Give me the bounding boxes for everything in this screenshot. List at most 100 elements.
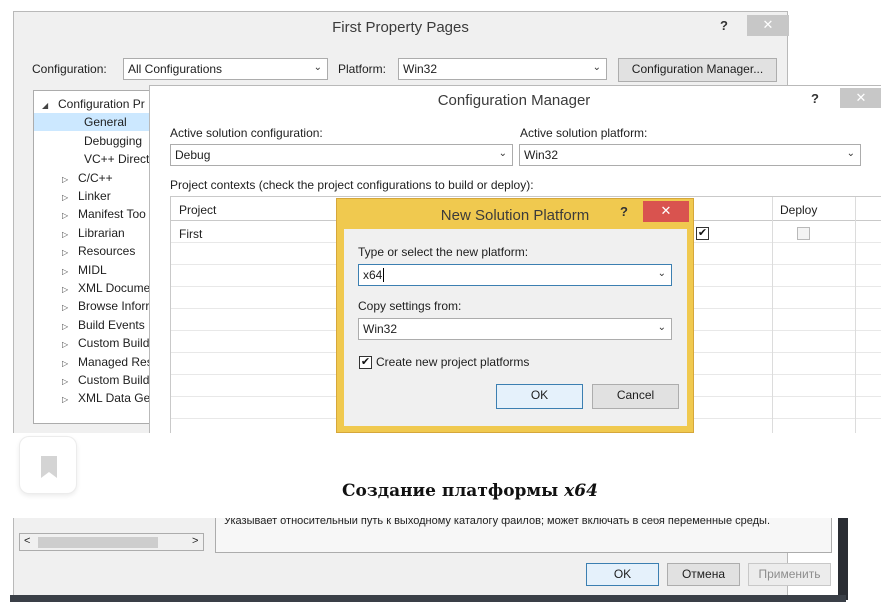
- tree-item[interactable]: VC++ Directo: [34, 150, 156, 168]
- tree-item[interactable]: ▷ MIDL: [34, 261, 107, 279]
- property-pages-titlebar: First Property Pages ? ✕: [14, 12, 789, 46]
- active-platform-dropdown[interactable]: Win32 ⌄: [519, 144, 861, 166]
- active-platform-value: Win32: [524, 148, 559, 162]
- collapsed-arrow-icon[interactable]: ▷: [62, 244, 72, 262]
- scroll-left-arrow[interactable]: <: [24, 535, 30, 547]
- tree-item-label: Resources: [78, 244, 136, 259]
- collapsed-arrow-icon[interactable]: ▷: [62, 281, 72, 299]
- tree-item-label: MIDL: [78, 262, 107, 277]
- tree-item-label: Debugging: [84, 133, 143, 148]
- new-platform-combobox[interactable]: x64 ⌄: [358, 264, 672, 286]
- text-caret: [383, 268, 385, 282]
- active-platform-label: Active solution platform:: [520, 126, 648, 140]
- tree-item[interactable]: ▷ Managed Res: [34, 353, 153, 371]
- caption-text: Создание платформы: [342, 481, 565, 501]
- collapsed-arrow-icon[interactable]: ▷: [62, 189, 72, 207]
- tree-item-label: VC++ Directo: [84, 152, 157, 167]
- collapsed-arrow-icon[interactable]: ▷: [62, 226, 72, 244]
- scroll-right-arrow[interactable]: >: [192, 535, 198, 547]
- configuration-dropdown[interactable]: All Configurations ⌄: [123, 58, 328, 80]
- tree-item[interactable]: ▷ Browse Inforr: [34, 297, 149, 315]
- collapsed-arrow-icon[interactable]: ▷: [62, 207, 72, 225]
- close-button[interactable]: ✕: [747, 15, 789, 36]
- chevron-down-icon: ⌄: [657, 322, 666, 333]
- tree-item-label: Librarian: [78, 225, 125, 240]
- configuration-label: Configuration:: [32, 62, 107, 76]
- tree-item-label: XML Data Ger: [78, 391, 155, 406]
- tree-item-label: Custom Build: [78, 336, 150, 351]
- chevron-down-icon: ⌄: [846, 148, 855, 159]
- tree-item[interactable]: ▷ XML Data Ger: [34, 389, 154, 407]
- tree-item[interactable]: ▷ Custom Build: [34, 371, 149, 389]
- window-title: Configuration Manager: [437, 92, 591, 109]
- platform-value: Win32: [403, 62, 438, 76]
- chevron-down-icon: ⌄: [592, 62, 601, 73]
- tree-item[interactable]: ▷ Custom Build: [34, 334, 149, 352]
- collapsed-arrow-icon[interactable]: ▷: [62, 299, 72, 317]
- help-button[interactable]: ?: [811, 91, 819, 106]
- tree-item-label: Custom Build: [78, 373, 150, 387]
- tree-item[interactable]: Debugging: [34, 132, 142, 150]
- collapsed-arrow-icon[interactable]: ▷: [62, 263, 72, 281]
- project-name-cell: First: [179, 227, 203, 241]
- tree-horizontal-scrollbar[interactable]: < >: [19, 533, 204, 551]
- cancel-button[interactable]: Отмена: [667, 563, 740, 586]
- tree-item-label: Linker: [78, 189, 111, 203]
- grid-column-divider: [855, 197, 856, 437]
- tree-item-label: Manifest Too: [78, 207, 146, 222]
- dialog-title: New Solution Platform: [440, 207, 590, 224]
- collapsed-arrow-icon[interactable]: ▷: [62, 171, 72, 189]
- tree-item[interactable]: ▷ XML Docume: [34, 279, 150, 297]
- collapsed-arrow-icon[interactable]: ▷: [62, 355, 72, 373]
- tree-item[interactable]: ▷ Linker: [34, 187, 111, 205]
- platform-dropdown[interactable]: Win32 ⌄: [398, 58, 607, 80]
- new-solution-platform-dialog: New Solution Platform ? ✕ Type or select…: [336, 198, 694, 433]
- dialog-body: Type or select the new platform: x64 ⌄ C…: [344, 229, 687, 426]
- tree-item[interactable]: ◢ Configuration Pr: [34, 95, 145, 113]
- expanded-arrow-icon[interactable]: ◢: [42, 97, 52, 115]
- chevron-down-icon: ⌄: [498, 148, 507, 159]
- ok-button[interactable]: OK: [496, 384, 583, 409]
- deploy-checkbox[interactable]: [797, 227, 810, 240]
- create-project-platforms-checkbox[interactable]: ✔: [359, 356, 372, 369]
- close-button[interactable]: ✕: [643, 201, 689, 222]
- new-platform-label: Type or select the new platform:: [358, 245, 529, 259]
- tree-item-label: Build Events: [78, 317, 145, 332]
- active-configuration-label: Active solution configuration:: [170, 126, 323, 140]
- help-button[interactable]: ?: [720, 18, 728, 33]
- tree-item[interactable]: ▷ Resources: [34, 242, 135, 260]
- grid-column-divider: [772, 197, 773, 437]
- tree-item[interactable]: ▷ Librarian: [34, 224, 125, 242]
- help-button[interactable]: ?: [620, 204, 628, 219]
- cancel-button[interactable]: Cancel: [592, 384, 679, 409]
- figure-caption: Создание платформы x64: [0, 481, 881, 501]
- platform-label: Platform:: [338, 62, 387, 76]
- apply-button[interactable]: Применить: [748, 563, 831, 586]
- tree-item[interactable]: ▷ Manifest Too: [34, 205, 146, 223]
- collapsed-arrow-icon[interactable]: ▷: [62, 336, 72, 354]
- configuration-manager-button[interactable]: Configuration Manager...: [618, 58, 777, 82]
- caption-overlay: [0, 433, 881, 518]
- caption-emphasis: x64: [564, 481, 598, 501]
- column-header-deploy[interactable]: Deploy: [780, 203, 817, 217]
- collapsed-arrow-icon[interactable]: ▷: [62, 391, 72, 409]
- tree-item-label: General: [84, 115, 127, 130]
- background-window-edge: [838, 505, 848, 600]
- create-project-platforms-label[interactable]: Create new project platforms: [376, 355, 529, 369]
- column-header-project[interactable]: Project: [179, 203, 216, 217]
- close-button[interactable]: ✕: [840, 88, 881, 108]
- configuration-value: All Configurations: [128, 62, 223, 76]
- scrollbar-thumb[interactable]: [38, 537, 158, 548]
- tree-item[interactable]: ▷ C/C++: [34, 169, 113, 187]
- tree-item[interactable]: ▷ Build Events: [34, 316, 145, 334]
- collapsed-arrow-icon[interactable]: ▷: [62, 373, 72, 391]
- copy-settings-dropdown[interactable]: Win32 ⌄: [358, 318, 672, 340]
- new-platform-value[interactable]: x64: [363, 268, 382, 282]
- collapsed-arrow-icon[interactable]: ▷: [62, 318, 72, 336]
- build-checkbox[interactable]: ✔: [696, 227, 709, 240]
- active-configuration-dropdown[interactable]: Debug ⌄: [170, 144, 513, 166]
- tree-item-label: C/C++: [78, 170, 113, 185]
- project-contexts-label: Project contexts (check the project conf…: [170, 178, 534, 192]
- chevron-down-icon[interactable]: ⌄: [658, 268, 666, 279]
- ok-button[interactable]: OK: [586, 563, 659, 586]
